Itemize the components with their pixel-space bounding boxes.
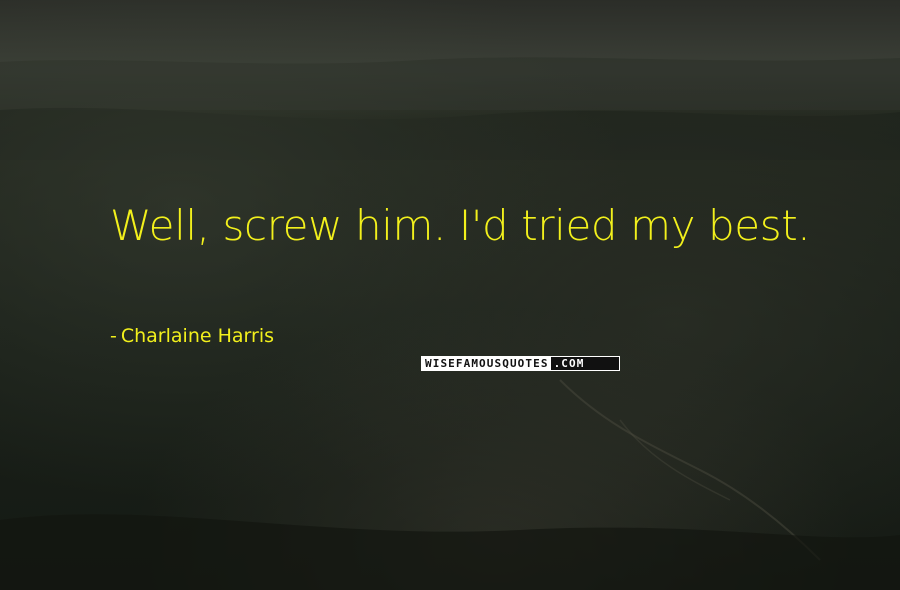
watermark-right-text: .COM	[550, 357, 619, 370]
quote-text: Well, screw him. I'd tried my best.	[110, 201, 811, 250]
watermark-left-text: WISEFAMOUSQUOTES	[422, 357, 551, 370]
author-name: Charlaine Harris	[120, 325, 274, 347]
author-dash: -	[110, 325, 117, 347]
quote-author: - Charlaine Harris	[110, 324, 274, 348]
site-watermark-logo: WISEFAMOUSQUOTES .COM	[421, 356, 620, 371]
quote-card: Well, screw him. I'd tried my best. - Cha…	[0, 0, 900, 590]
terrain-light-c	[0, 0, 900, 590]
landscape-background-image	[0, 0, 900, 590]
